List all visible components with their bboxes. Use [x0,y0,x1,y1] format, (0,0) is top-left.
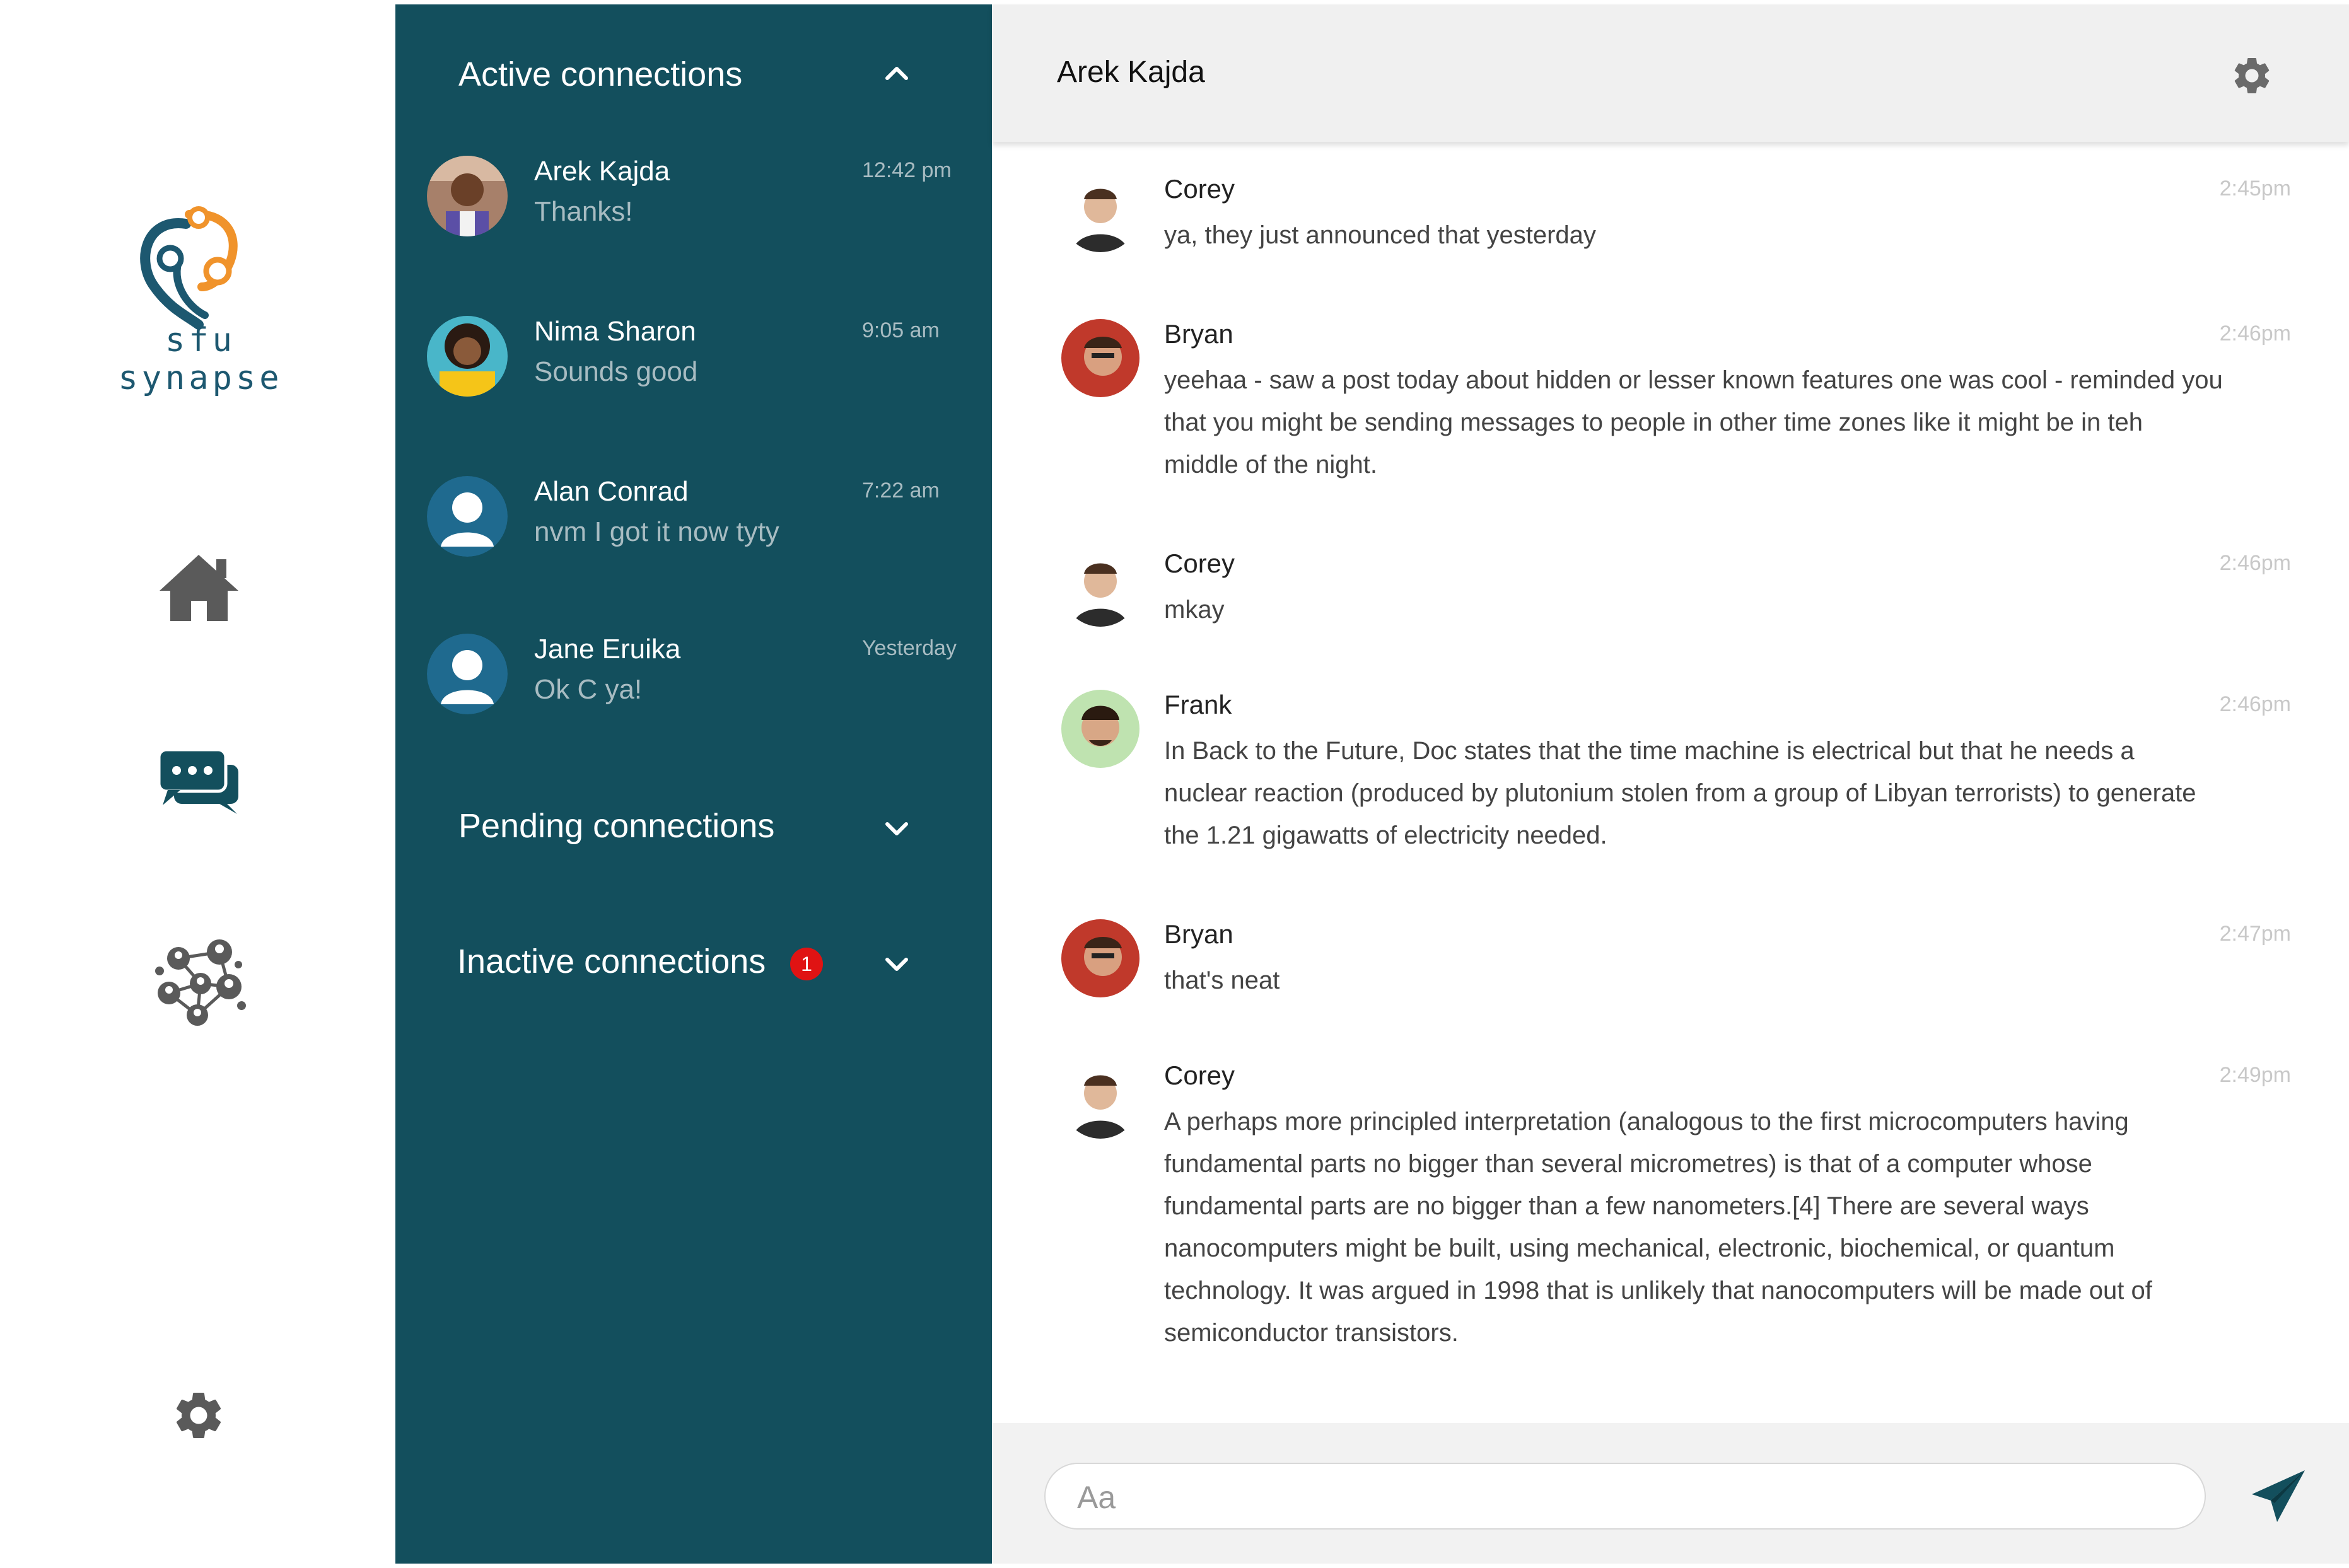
message-text: In Back to the Future, Doc states that t… [1164,737,2196,849]
message-time: 2:46pm [2219,551,2291,575]
avatar [1061,1060,1140,1139]
message-text: A perhaps more principled interpretation… [1164,1108,2152,1347]
message-input[interactable]: Aa [1044,1463,2206,1530]
avatar [1061,919,1140,997]
message-text: yeehaa - saw a post today about hidden o… [1164,366,2223,479]
chevron-up-icon[interactable] [881,58,912,90]
message-sender: Frank [1164,690,1232,719]
message-text: that's neat [1164,967,1280,994]
message-time: 2:45pm [2219,177,2291,200]
message-sender: Bryan [1164,919,1233,949]
contact-name: Alan Conrad [534,476,689,507]
default-avatar-icon [427,476,508,557]
contact-name: Arek Kajda [534,156,670,187]
avatar [427,316,508,397]
message-time: 2:46pm [2219,322,2291,346]
contact-last-message: Thanks! [534,196,633,227]
contact-arek-kajda[interactable]: Arek Kajda Thanks! 12:42 pm [427,156,969,257]
default-avatar-icon [427,634,508,714]
contact-name: Jane Eruika [534,634,681,665]
avatar [1061,174,1140,252]
avatar [1061,319,1140,397]
avatar [1061,690,1140,768]
message-text: mkay [1164,596,1225,624]
gear-icon[interactable] [2230,54,2274,98]
home-icon[interactable] [156,552,242,624]
inactive-connections-title[interactable]: Inactive connections [457,942,766,981]
contact-time: Yesterday [862,636,957,660]
avatar [1061,549,1140,627]
chevron-down-icon[interactable] [881,813,912,844]
contact-jane-eruika[interactable]: Jane Eruika Ok C ya! Yesterday [427,634,969,735]
active-connections-title[interactable]: Active connections [458,55,742,94]
brand-name: sfu synapse [118,322,283,397]
message-sender: Corey [1164,174,1235,204]
contact-alan-conrad[interactable]: Alan Conrad nvm I got it now tyty 7:22 a… [427,476,969,577]
chevron-down-icon[interactable] [881,948,912,980]
inactive-count-badge: 1 [790,948,823,980]
connections-panel: Active connections Arek Kajda Thanks! 12… [395,4,992,1564]
message-sender: Bryan [1164,319,1233,349]
contact-nima-sharon[interactable]: Nima Sharon Sounds good 9:05 am [427,316,969,417]
network-icon[interactable] [150,927,251,1028]
message-time: 2:47pm [2219,922,2291,946]
contact-last-message: Ok C ya! [534,674,643,705]
contact-name: Nima Sharon [534,316,696,347]
message-sender: Corey [1164,1060,1235,1090]
message-time: 2:49pm [2219,1063,2291,1087]
message-text: ya, they just announced that yesterday [1164,221,1596,249]
nav-rail: sfu synapse [0,0,395,1568]
contact-time: 9:05 am [862,318,940,342]
message-input-placeholder: Aa [1077,1480,1116,1515]
chat-header: Arek Kajda [992,4,2349,142]
contact-time: 12:42 pm [862,158,952,182]
pending-connections-title[interactable]: Pending connections [458,806,774,845]
message-composer: Aa [992,1423,2349,1564]
message-time: 2:46pm [2219,692,2291,716]
chat-title: Arek Kajda [1057,55,1205,89]
contact-last-message: Sounds good [534,356,698,387]
contact-last-message: nvm I got it now tyty [534,516,779,547]
send-icon[interactable] [2247,1464,2310,1527]
chat-bubbles-icon[interactable] [156,747,242,816]
contact-time: 7:22 am [862,479,940,502]
avatar [427,156,508,236]
gear-icon[interactable] [170,1387,227,1444]
message-sender: Corey [1164,549,1235,578]
